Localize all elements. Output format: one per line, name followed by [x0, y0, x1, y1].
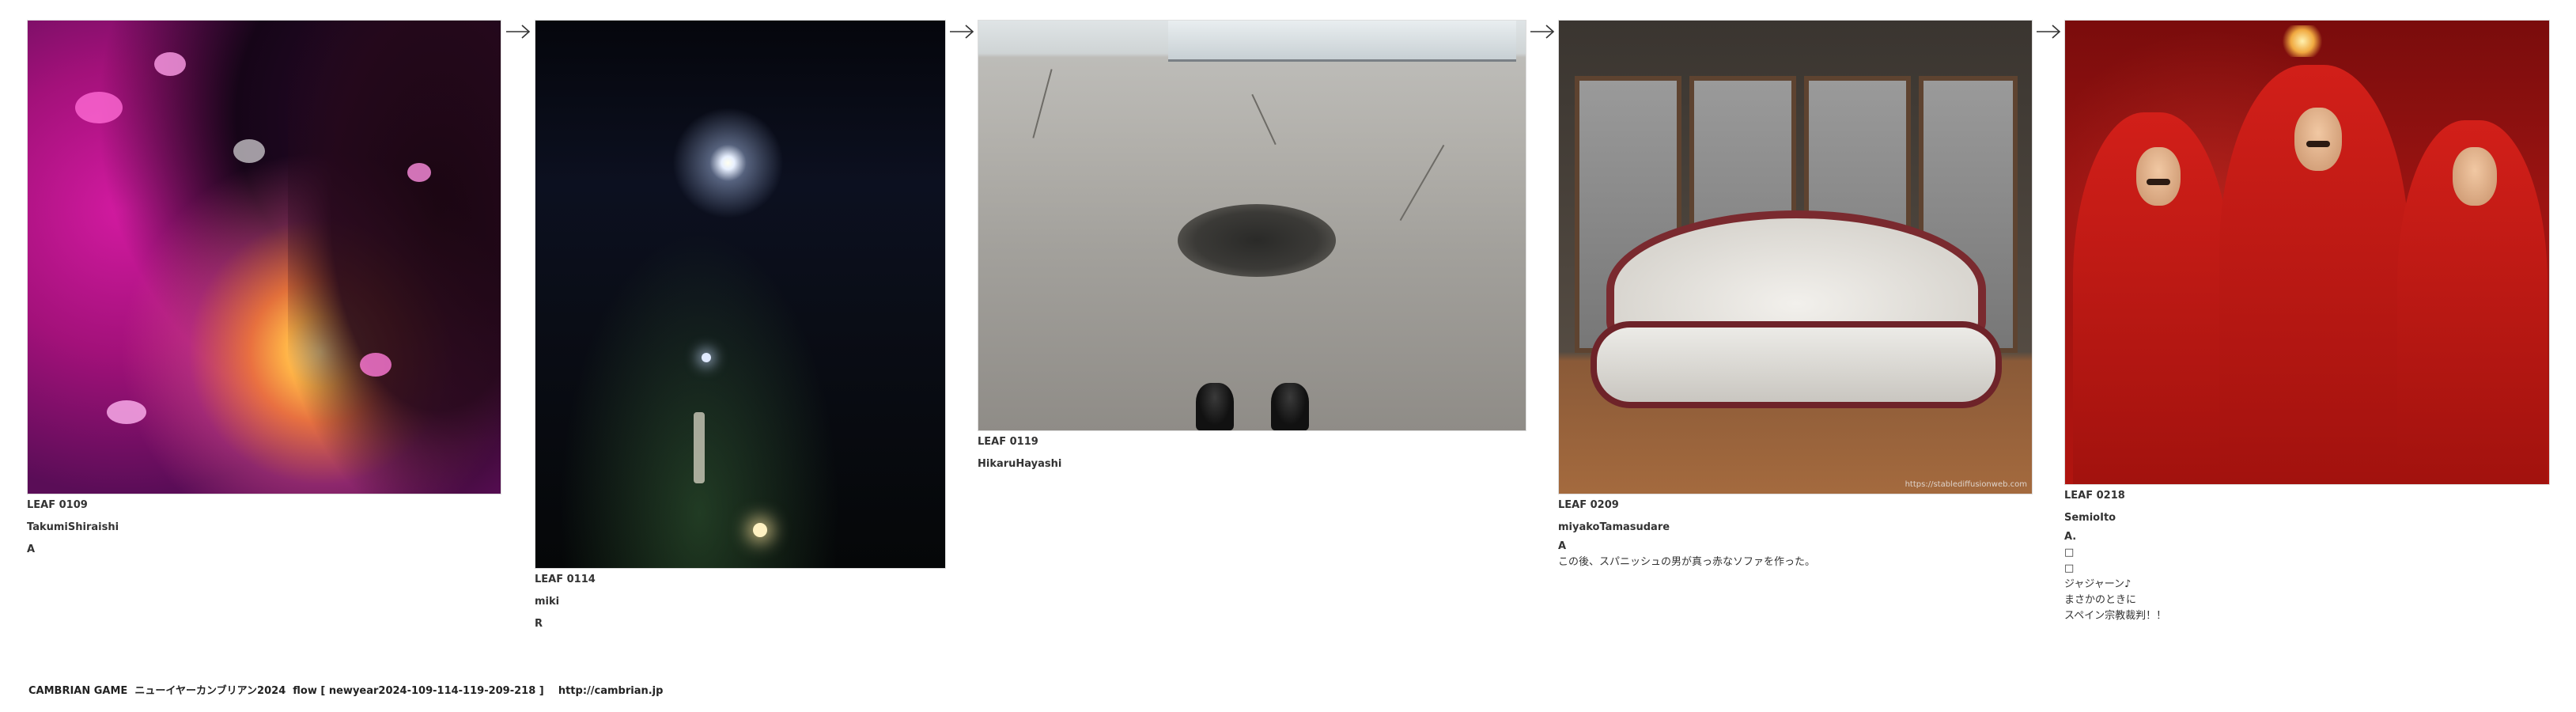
image-shadow: [287, 21, 501, 494]
leaf-card: LEAF 0119 HikaruHayashi: [978, 20, 1526, 475]
blossom-shape: [407, 163, 431, 182]
awning: [1168, 21, 1516, 62]
leaf-note: スペイン宗教裁判！！: [2064, 610, 2167, 622]
blossom-shape: [154, 52, 186, 76]
leaf-note: □: [2064, 547, 2075, 559]
leaf-image[interactable]: [535, 20, 946, 569]
blossom-shape: [107, 400, 146, 424]
leaf-author: HikaruHayashi: [978, 458, 1062, 470]
puddle: [1178, 204, 1336, 277]
leaf-caption: LEAF 0119 HikaruHayashi: [978, 431, 1526, 475]
crack: [1399, 144, 1445, 222]
image-watermark: https://stablediffusionweb.com: [1905, 480, 2027, 489]
street-light: [702, 353, 711, 362]
crack: [1032, 69, 1053, 138]
leaf-id: LEAF 0119: [978, 436, 1038, 448]
face: [2294, 108, 2342, 171]
shoe: [1271, 383, 1309, 430]
street-light: [753, 523, 767, 537]
leaf-note: ジャジャーン♪: [2064, 578, 2132, 590]
leaf-image[interactable]: [2064, 20, 2550, 485]
leaf-note: まさかのときに: [2064, 594, 2137, 606]
leaf-notes: A この後、スパニッシュの男が真っ赤なソファを作った。: [1558, 539, 2033, 570]
blossom-shape: [360, 353, 392, 377]
leaf-image[interactable]: [978, 20, 1526, 431]
leaf-id: LEAF 0218: [2064, 490, 2125, 502]
shoe: [1196, 383, 1234, 430]
right-arrow-icon: [1530, 25, 1555, 39]
leaf-caption: LEAF 0209 miyakoTamasudare: [1558, 494, 2033, 539]
leaf-card: LEAF 0218 SemioIto A. □ □ ジャジャーン♪ まさかのとき…: [2064, 20, 2550, 624]
leaf-card: LEAF 0109 TakumiShiraishi A: [27, 20, 501, 561]
leaf-note: A.: [2064, 531, 2077, 543]
leaf-note: A: [1558, 540, 1567, 552]
leaf-author: SemioIto: [2064, 512, 2116, 524]
leaf-note: R: [535, 618, 543, 630]
blossom-shape: [75, 92, 123, 123]
page: LEAF 0109 TakumiShiraishi A LEAF 0114 mi…: [0, 0, 2576, 712]
leaf-caption: LEAF 0109 TakumiShiraishi A: [27, 494, 501, 561]
leaf-image[interactable]: [27, 20, 501, 494]
sofa-seat: [1591, 321, 2002, 408]
face: [2453, 147, 2497, 206]
sign-post: [694, 412, 705, 483]
crack: [1251, 93, 1277, 146]
right-arrow-icon: [950, 25, 974, 39]
face: [2136, 147, 2181, 206]
footer-text: CAMBRIAN GAME ニューイヤーカンブリアン2024 flow [ ne…: [28, 685, 664, 697]
moustache: [2306, 141, 2330, 147]
leaf-note: A: [27, 543, 36, 555]
leaf-author: miki: [535, 596, 560, 608]
leaf-note: この後、スパニッシュの男が真っ赤なソファを作った。: [1558, 556, 1816, 568]
blossom-shape: [233, 139, 265, 163]
leaf-card: LEAF 0114 miki R: [535, 20, 946, 635]
leaf-author: miyakoTamasudare: [1558, 521, 1670, 533]
leaf-note: □: [2064, 562, 2075, 574]
leaf-caption: LEAF 0114 miki R: [535, 569, 946, 635]
leaf-notes: A. □ □ ジャジャーン♪ まさかのときに スペイン宗教裁判！！: [2064, 529, 2550, 624]
leaf-id: LEAF 0114: [535, 574, 596, 585]
right-arrow-icon: [506, 25, 531, 39]
leaf-image[interactable]: https://stablediffusionweb.com: [1558, 20, 2033, 494]
leaf-caption: LEAF 0218 SemioIto: [2064, 485, 2550, 529]
moustache: [2147, 179, 2170, 185]
leaf-id: LEAF 0109: [27, 499, 88, 511]
chandelier: [2279, 25, 2326, 57]
leaf-card: https://stablediffusionweb.com LEAF 0209…: [1558, 20, 2033, 570]
leaf-id: LEAF 0209: [1558, 499, 1619, 511]
leaf-author: TakumiShiraishi: [27, 521, 119, 533]
right-arrow-icon: [2037, 25, 2061, 39]
